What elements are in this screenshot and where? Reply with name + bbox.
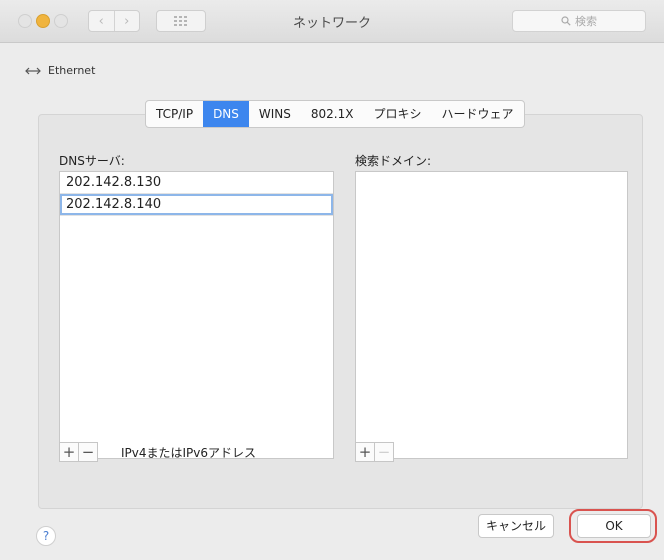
interface-name: Ethernet — [48, 64, 96, 77]
dns-servers-list[interactable]: 202.142.8.130 202.142.8.140 — [59, 171, 334, 459]
tab-wins[interactable]: WINS — [249, 101, 301, 127]
search-domains-label: 検索ドメイン: — [355, 154, 432, 168]
ethernet-arrows-icon — [25, 67, 41, 74]
back-forward-group: ‹ › — [88, 10, 140, 32]
search-placeholder: 検索 — [575, 15, 597, 28]
search-domains-list[interactable] — [355, 171, 628, 459]
dns-servers-label: DNSサーバ: — [59, 154, 125, 168]
tab-8021x[interactable]: 802.1X — [301, 101, 364, 127]
network-preferences-window: ‹ › ネットワーク 検索 Ethernet DNSサーバ: 202.142.8… — [0, 0, 664, 560]
tab-dns[interactable]: DNS — [203, 101, 249, 127]
dns-server-item[interactable]: 202.142.8.140 — [60, 194, 333, 216]
minimize-window-button[interactable] — [36, 14, 50, 28]
window-title: ネットワーク — [292, 16, 371, 31]
remove-search-domain-button: − — [374, 443, 393, 461]
interface-header: Ethernet — [24, 64, 95, 77]
dns-address-hint: IPv4またはIPv6アドレス — [121, 446, 257, 460]
close-window-button[interactable] — [18, 14, 32, 28]
settings-tabs: TCP/IP DNS WINS 802.1X プロキシ ハードウェア — [145, 100, 525, 128]
remove-dns-server-button[interactable]: − — [78, 443, 97, 461]
zoom-window-button[interactable] — [54, 14, 68, 28]
show-all-button[interactable] — [156, 10, 206, 32]
forward-button[interactable]: › — [113, 11, 140, 31]
back-button[interactable]: ‹ — [89, 11, 114, 31]
dns-server-item[interactable]: 202.142.8.130 — [60, 172, 333, 194]
add-search-domain-button[interactable]: + — [356, 443, 374, 461]
ok-button[interactable]: OK — [577, 514, 651, 538]
search-field[interactable]: 検索 — [512, 10, 646, 32]
domain-add-remove-group: + − — [355, 442, 394, 462]
cancel-button[interactable]: キャンセル — [478, 514, 554, 538]
tab-hardware[interactable]: ハードウェア — [432, 101, 524, 127]
help-button[interactable]: ? — [36, 526, 56, 546]
grid-icon — [174, 16, 187, 26]
title-bar: ‹ › ネットワーク 検索 — [0, 0, 664, 43]
search-icon — [561, 16, 571, 26]
tab-tcpip[interactable]: TCP/IP — [146, 101, 203, 127]
tab-proxies[interactable]: プロキシ — [363, 101, 431, 127]
dns-settings-panel: DNSサーバ: 202.142.8.130 202.142.8.140 + − … — [38, 114, 643, 509]
add-dns-server-button[interactable]: + — [60, 443, 78, 461]
dns-add-remove-group: + − — [59, 442, 98, 462]
